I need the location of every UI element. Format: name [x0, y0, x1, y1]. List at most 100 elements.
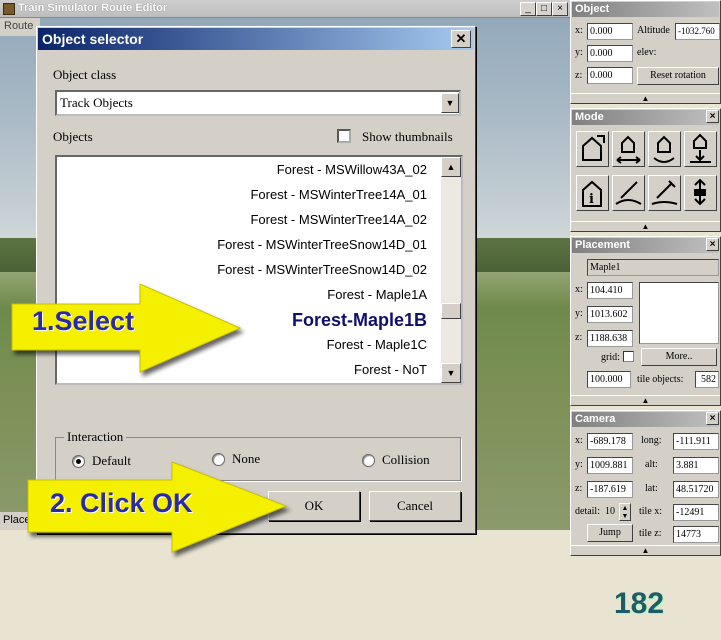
info-mode-icon[interactable]: i — [576, 175, 609, 211]
dialog-title-bar: Object selector — [38, 28, 474, 50]
terrain-brush-icon[interactable] — [612, 175, 645, 211]
list-item[interactable]: Forest - MSWinterTreeSnow14D_01 — [217, 237, 427, 252]
x-label: x: — [575, 435, 583, 446]
camera-tilex-field[interactable]: -12491 — [673, 504, 719, 521]
dialog-title: Object selector — [42, 31, 144, 47]
x-label: x: — [575, 284, 583, 295]
object-z-field[interactable]: 0.000 — [587, 67, 633, 84]
panel-title: Camera — [572, 412, 719, 427]
object-selector-dialog: Object selector ✕ Object class Track Obj… — [36, 26, 476, 534]
list-item[interactable]: Forest - Maple1C — [327, 337, 427, 352]
scroll-thumb[interactable] — [441, 303, 461, 319]
svg-text:i: i — [589, 192, 594, 207]
camera-long-field[interactable]: -111.911 — [673, 433, 719, 450]
chevron-down-icon[interactable]: ▼ — [441, 93, 459, 113]
detail-label: detail: — [575, 506, 600, 517]
placement-preview — [639, 282, 719, 344]
show-thumbnails-checkbox[interactable] — [337, 129, 351, 143]
menu-route[interactable]: Route — [0, 18, 40, 36]
y-label: y: — [575, 47, 583, 58]
grid-label: grid: — [601, 352, 620, 363]
jump-button[interactable]: Jump — [587, 524, 633, 542]
placement-y-field[interactable]: 1013.602 — [587, 306, 633, 323]
reset-rotation-button[interactable]: Reset rotation — [637, 67, 719, 85]
altitude-field[interactable]: -1032.760 — [675, 23, 720, 40]
callout-select: 1.Select — [32, 306, 135, 336]
object-class-label: Object class — [53, 67, 117, 82]
object-x-field[interactable]: 0.000 — [587, 23, 633, 40]
place-mode-icon[interactable] — [576, 131, 609, 167]
move-mode-icon[interactable] — [612, 131, 645, 167]
camera-x-field[interactable]: -689.178 — [587, 433, 633, 450]
list-item[interactable]: Forest - MSWillow43A_02 — [277, 162, 427, 177]
minimize-icon[interactable]: _ — [520, 2, 536, 16]
alt-label: alt: — [645, 459, 658, 470]
panel-collapse-icon[interactable]: ▲ — [571, 221, 720, 231]
tile-objects-label: tile objects: — [637, 374, 684, 385]
scroll-up-icon[interactable]: ▲ — [441, 157, 461, 177]
panel-close-icon[interactable]: × — [706, 238, 719, 251]
list-item-selected[interactable]: Forest-Maple1B — [292, 310, 427, 331]
y-label: y: — [575, 308, 583, 319]
maximize-icon[interactable]: □ — [536, 2, 552, 16]
height-adjust-icon[interactable] — [684, 175, 717, 211]
detail-value[interactable]: 10 — [605, 506, 615, 517]
grid-checkbox[interactable] — [623, 351, 634, 362]
app-title-bar: Train Simulator Route Editor _ □ × — [0, 0, 570, 18]
x-label: x: — [575, 25, 583, 36]
camera-alt-field[interactable]: 3.881 — [673, 457, 719, 474]
object-y-field[interactable]: 0.000 — [587, 45, 633, 62]
camera-y-field[interactable]: 1009.881 — [587, 457, 633, 474]
list-item[interactable]: Forest - MSWinterTree14A_02 — [250, 212, 427, 227]
list-item[interactable]: Forest - MSWinterTreeSnow14D_02 — [217, 262, 427, 277]
mode-panel: Mode × i ▲ — [570, 108, 721, 232]
lat-label: lat: — [645, 483, 658, 494]
tile-objects-value: 582 — [695, 371, 719, 388]
placement-step-field[interactable]: 100.000 — [587, 371, 631, 388]
panel-collapse-icon[interactable]: ▲ — [571, 545, 720, 555]
rotate-mode-icon[interactable] — [648, 131, 681, 167]
eyedropper-icon[interactable] — [648, 175, 681, 211]
panel-title: Mode — [572, 110, 719, 125]
list-scrollbar[interactable]: ▲ ▼ — [441, 157, 461, 383]
placement-panel: Placement × Maple1 x: 104.410 y: 1013.60… — [570, 236, 721, 406]
close-icon[interactable]: × — [552, 2, 568, 16]
list-item[interactable]: Forest - Maple1A — [327, 287, 427, 302]
altitude-label: Altitude — [637, 25, 670, 36]
long-label: long: — [641, 435, 662, 446]
scroll-down-icon[interactable]: ▼ — [441, 363, 461, 383]
elev-label: elev: — [637, 47, 657, 58]
detail-spinner-icon[interactable]: ▲ ▼ — [619, 503, 631, 521]
object-panel: Object x: 0.000 y: 0.000 z: 0.000 Altitu… — [570, 0, 721, 104]
list-item[interactable]: Forest - MSWinterTree14A_01 — [250, 187, 427, 202]
panel-collapse-icon[interactable]: ▲ — [571, 395, 720, 405]
panel-close-icon[interactable]: × — [706, 110, 719, 123]
objects-label: Objects — [53, 129, 93, 144]
callout-click-ok: 2. Click OK — [50, 488, 193, 518]
camera-lat-field[interactable]: 48.51720 — [673, 481, 719, 498]
show-thumbnails-label: Show thumbnails — [362, 129, 453, 144]
panel-collapse-icon[interactable]: ▲ — [571, 93, 720, 103]
more-button[interactable]: More.. — [641, 348, 717, 366]
placement-z-field[interactable]: 1188.638 — [587, 330, 633, 347]
list-item[interactable]: Forest - NoT — [354, 362, 427, 377]
placement-x-field[interactable]: 104.410 — [587, 282, 633, 299]
camera-panel: Camera × x: -689.178 y: 1009.881 z: -187… — [570, 410, 721, 556]
tilex-label: tile x: — [639, 506, 663, 517]
cancel-button[interactable]: Cancel — [369, 491, 461, 521]
camera-tilez-field[interactable]: 14773 — [673, 526, 719, 543]
dialog-close-icon[interactable]: ✕ — [451, 30, 471, 48]
camera-z-field[interactable]: -187.619 — [587, 481, 633, 498]
z-label: z: — [575, 70, 583, 81]
app-icon — [3, 3, 15, 15]
elevate-mode-icon[interactable] — [684, 131, 717, 167]
z-label: z: — [575, 483, 583, 494]
z-label: z: — [575, 332, 583, 343]
radio-collision-label: Collision — [382, 452, 430, 467]
object-class-select[interactable]: Track Objects ▼ — [55, 90, 461, 116]
tilez-label: tile z: — [639, 528, 662, 539]
radio-collision[interactable] — [362, 454, 375, 467]
object-class-value: Track Objects — [60, 95, 133, 110]
panel-close-icon[interactable]: × — [706, 412, 719, 425]
app-title: Train Simulator Route Editor — [18, 2, 168, 14]
